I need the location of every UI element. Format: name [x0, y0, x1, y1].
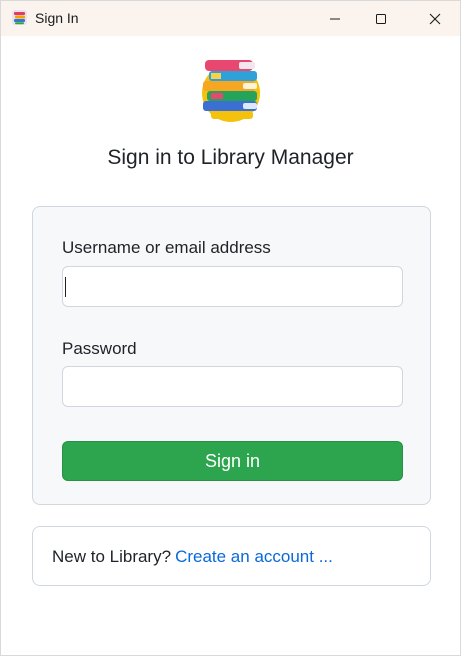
books-icon — [12, 10, 27, 25]
signup-prompt: New to Library? — [52, 547, 172, 566]
maximize-icon — [376, 13, 386, 24]
create-account-callout: New to Library? Create an account ... — [32, 526, 431, 586]
login-form: Username or email address Password Sign … — [32, 206, 431, 505]
password-label: Password — [62, 339, 137, 358]
maximize-button[interactable] — [358, 1, 404, 36]
password-input[interactable] — [62, 366, 403, 407]
username-input[interactable] — [62, 266, 403, 307]
window-title: Sign In — [35, 10, 79, 26]
create-account-link[interactable]: Create an account ... — [175, 547, 333, 566]
minimize-icon — [330, 18, 340, 19]
sign-in-window: Sign In Sign in to Library Manager Usern… — [0, 0, 461, 656]
title-bar[interactable]: Sign In — [1, 1, 460, 36]
signup-prompt-row: New to Library? Create an account ... — [52, 547, 333, 567]
close-button[interactable] — [412, 1, 458, 36]
books-stack-logo — [202, 60, 260, 122]
text-cursor — [65, 277, 66, 297]
sign-in-button[interactable]: Sign in — [62, 441, 403, 481]
minimize-button[interactable] — [312, 1, 358, 36]
close-icon — [429, 13, 441, 24]
page-title: Sign in to Library Manager — [107, 146, 354, 169]
username-label: Username or email address — [62, 238, 271, 257]
